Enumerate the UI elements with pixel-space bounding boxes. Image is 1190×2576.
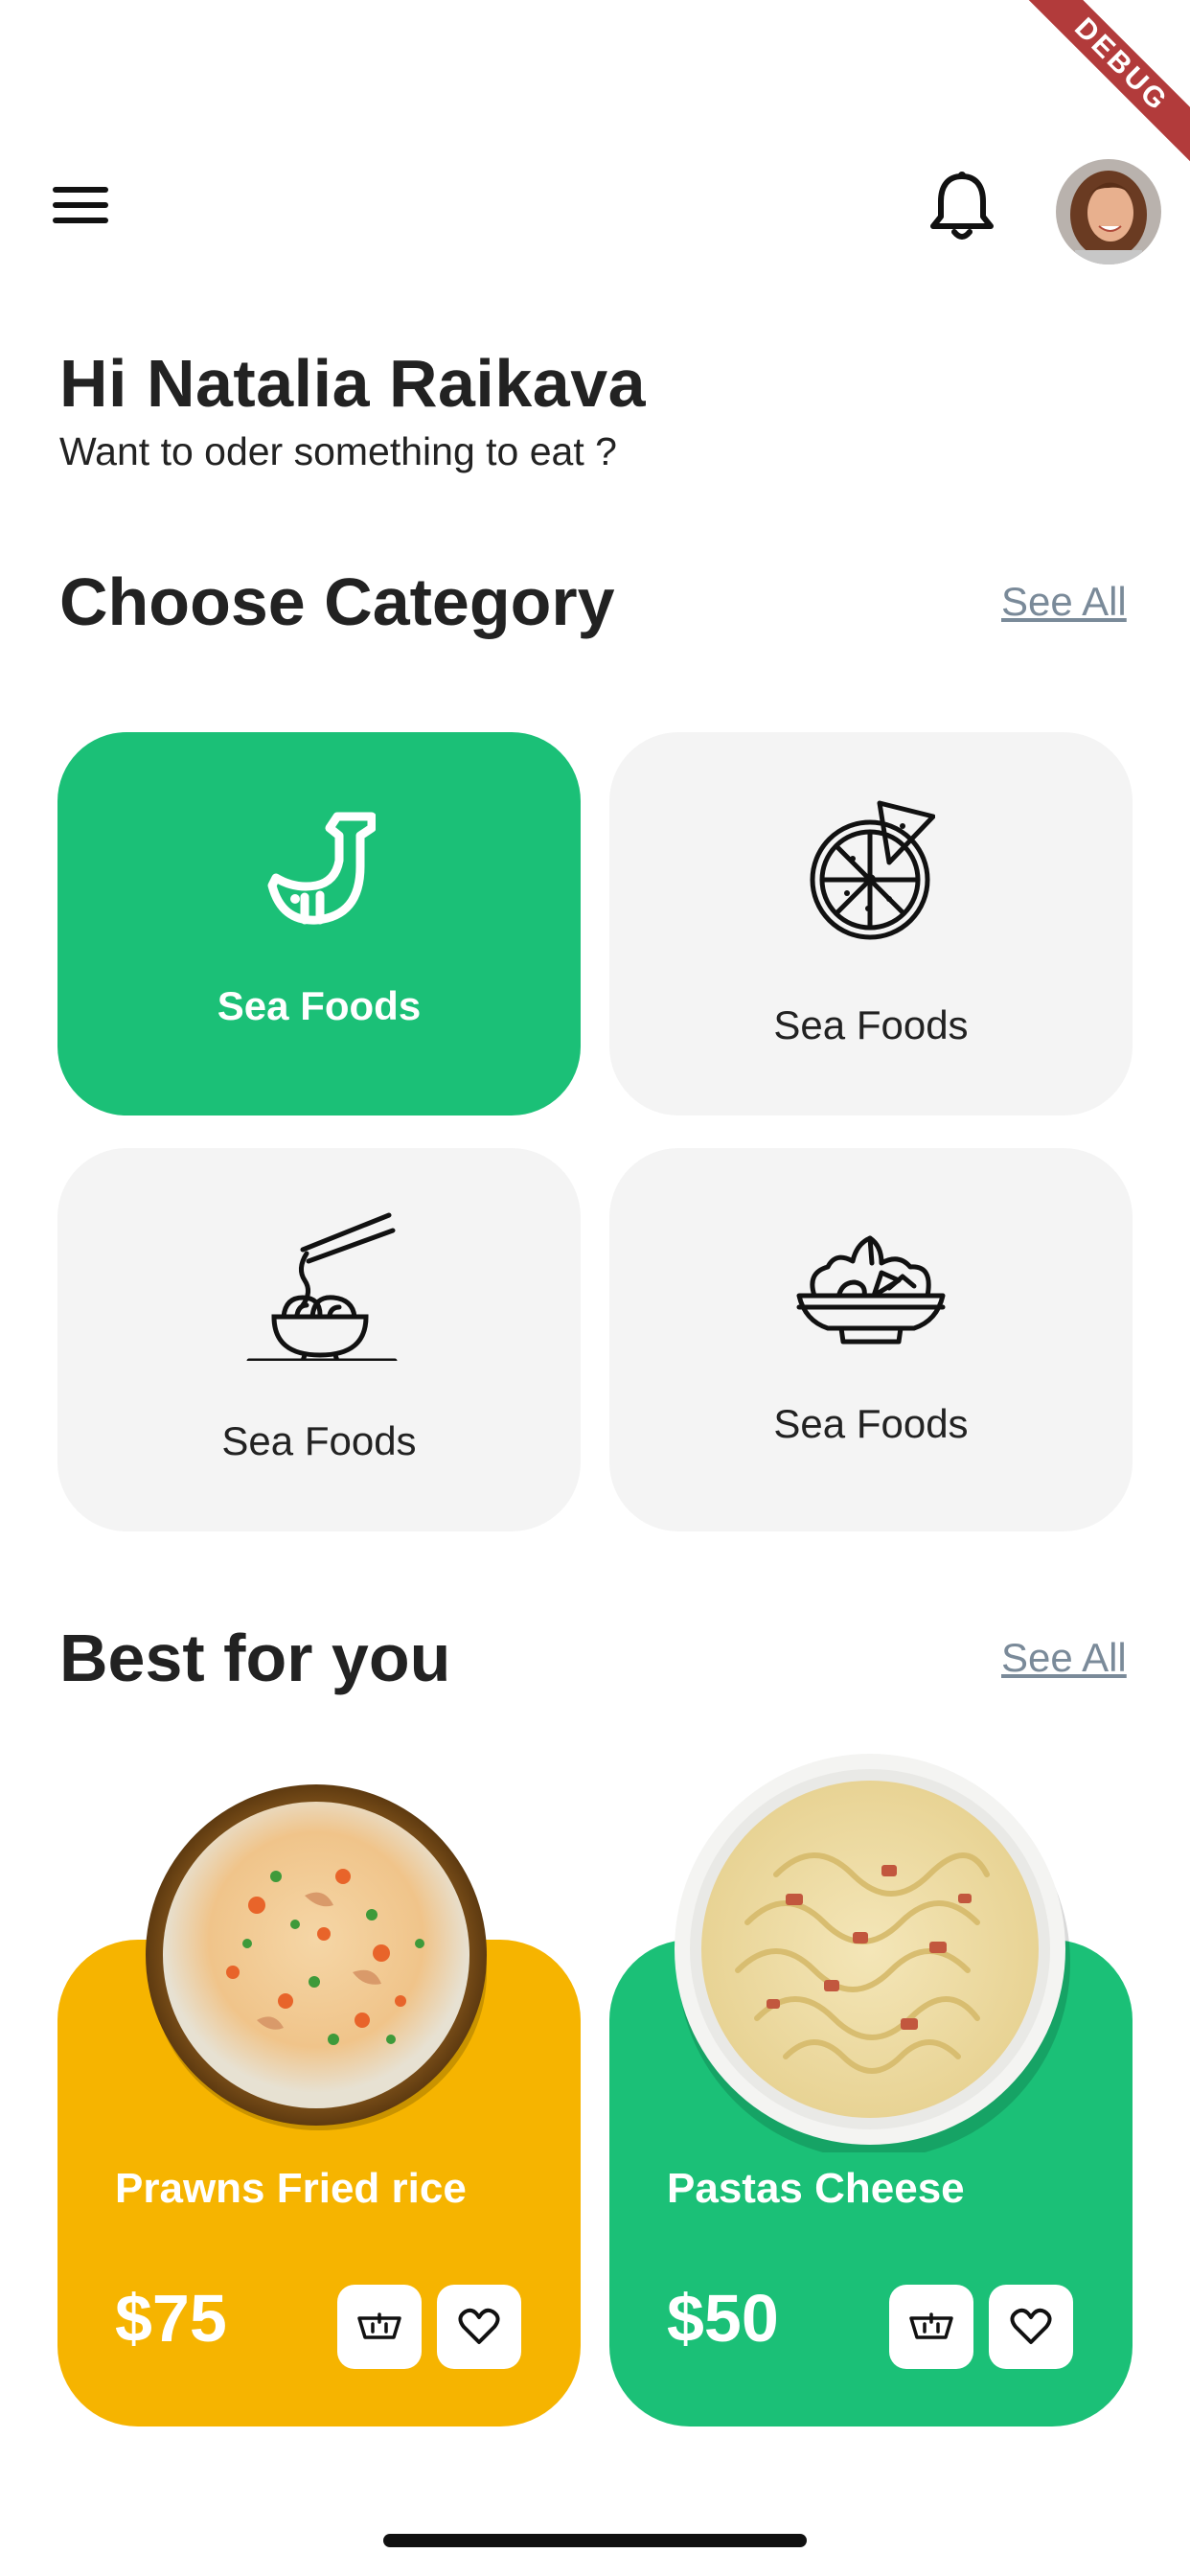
category-label: Sea Foods bbox=[773, 1002, 969, 1047]
debug-banner-label: DEBUG bbox=[1005, 0, 1190, 181]
heart-icon bbox=[458, 2308, 500, 2344]
favorite-button[interactable] bbox=[989, 2285, 1073, 2369]
noodles-icon bbox=[246, 1212, 398, 1361]
food-name: Pastas Cheese bbox=[667, 2165, 965, 2212]
menu-button[interactable] bbox=[53, 187, 108, 225]
pasta-bowl bbox=[671, 1750, 1073, 2159]
hamburger-icon bbox=[53, 187, 108, 193]
category-card-whale[interactable]: Sea Foods bbox=[57, 732, 581, 1116]
best-section-title: Best for you bbox=[59, 1621, 451, 1695]
category-label: Sea Foods bbox=[221, 1418, 417, 1463]
best-see-all-link[interactable]: See All bbox=[1001, 1635, 1127, 1681]
avatar-photo bbox=[1056, 159, 1161, 264]
category-label: Sea Foods bbox=[217, 983, 422, 1028]
home-indicator bbox=[383, 2534, 807, 2547]
fried-rice-image bbox=[146, 1784, 487, 2130]
food-price: $50 bbox=[667, 2281, 779, 2356]
bell-icon bbox=[930, 172, 994, 240]
pizza-icon bbox=[810, 800, 935, 940]
hamburger-icon-line bbox=[53, 202, 108, 208]
greeting-title: Hi Natalia Raikava bbox=[59, 346, 647, 421]
salad-icon bbox=[796, 1235, 946, 1345]
category-section-title: Choose Category bbox=[59, 564, 615, 639]
category-see-all-link[interactable]: See All bbox=[1001, 579, 1127, 625]
user-avatar[interactable] bbox=[1056, 159, 1161, 264]
add-to-cart-button[interactable] bbox=[889, 2285, 973, 2369]
cart-icon bbox=[909, 2312, 953, 2339]
cart-icon bbox=[357, 2312, 401, 2339]
pasta-image bbox=[675, 1754, 1070, 2159]
hamburger-icon-line bbox=[53, 218, 108, 223]
category-card-noodles[interactable]: Sea Foods bbox=[57, 1148, 581, 1531]
whale-icon bbox=[267, 812, 376, 925]
food-name: Prawns Fried rice bbox=[115, 2165, 467, 2212]
category-card-pizza[interactable]: Sea Foods bbox=[609, 732, 1133, 1116]
favorite-button[interactable] bbox=[437, 2285, 521, 2369]
category-card-salad[interactable]: Sea Foods bbox=[609, 1148, 1133, 1531]
notifications-button[interactable] bbox=[927, 171, 996, 243]
fried-rice-plate bbox=[142, 1781, 496, 2135]
category-label: Sea Foods bbox=[773, 1401, 969, 1446]
food-price: $75 bbox=[115, 2281, 227, 2356]
add-to-cart-button[interactable] bbox=[337, 2285, 422, 2369]
heart-icon bbox=[1010, 2308, 1052, 2344]
greeting-subtitle: Want to oder something to eat ? bbox=[59, 429, 617, 473]
